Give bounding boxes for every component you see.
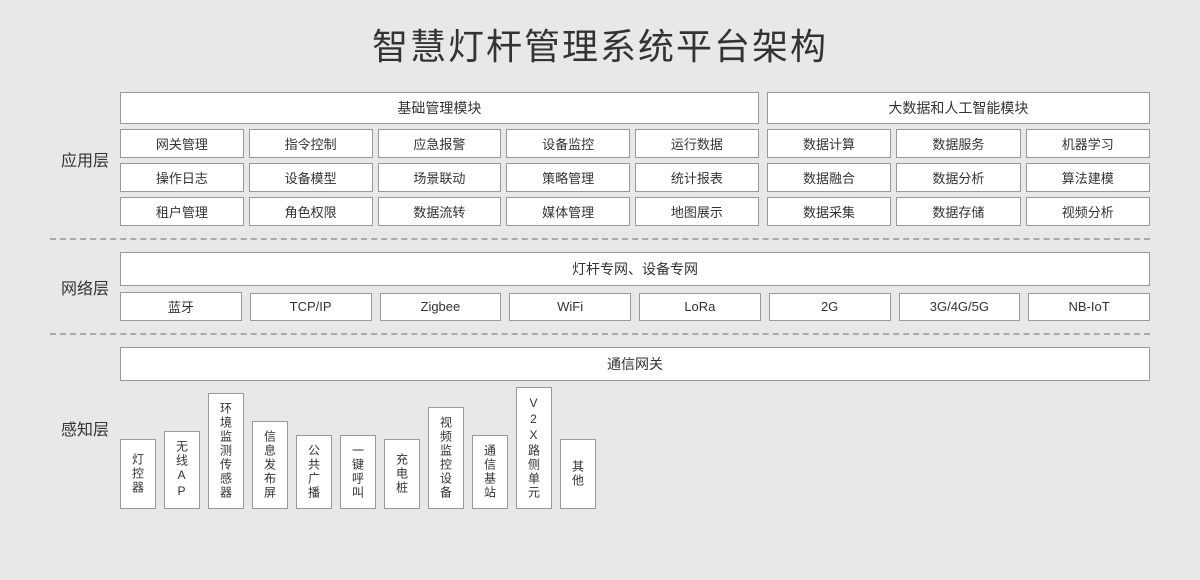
proto-zigbee: Zigbee	[380, 293, 502, 321]
box-policy-mgmt: 策略管理	[506, 163, 630, 192]
net-layer-label: 网络层	[50, 244, 120, 329]
private-net-box: 灯杆专网、设备专网	[120, 252, 1150, 286]
box-run-data: 运行数据	[635, 129, 759, 158]
gateway-box: 通信网关	[120, 347, 1150, 381]
app-layer-label: 应用层	[50, 84, 120, 234]
proto-lora: LoRa	[639, 293, 761, 321]
perception-layer-row: 感知层 通信网关 灯控器 无线AP 环境监测传感器 信息发布屏 公共广播 一键呼…	[50, 339, 1150, 517]
box-data-service: 数据服务	[896, 129, 1020, 158]
proto-2g: 2G	[769, 293, 891, 321]
device-light-ctrl: 灯控器	[120, 439, 156, 509]
box-device-model: 设备模型	[249, 163, 373, 192]
box-scene-linkage: 场景联动	[378, 163, 502, 192]
device-charger: 充电桩	[384, 439, 420, 509]
devices-row: 灯控器 无线AP 环境监测传感器 信息发布屏 公共广播 一键呼叫 充电桩 视频监…	[120, 387, 1150, 509]
box-data-flow: 数据流转	[378, 197, 502, 226]
proto-nbiot: NB-IoT	[1028, 293, 1150, 321]
box-cmd-ctrl: 指令控制	[249, 129, 373, 158]
device-broadcast: 公共广播	[296, 435, 332, 509]
device-comm-station: 通信基站	[472, 435, 508, 509]
box-stat-report: 统计报表	[635, 163, 759, 192]
perception-layer-content: 通信网关 灯控器 无线AP 环境监测传感器 信息发布屏 公共广播 一键呼叫 充电…	[120, 339, 1150, 517]
box-role-auth: 角色权限	[249, 197, 373, 226]
device-video-ctrl: 视频监控设备	[428, 407, 464, 509]
ai-module-header: 大数据和人工智能模块	[767, 92, 1150, 124]
box-device-monitor: 设备监控	[506, 129, 630, 158]
box-media-mgmt: 媒体管理	[506, 197, 630, 226]
proto-tcpip: TCP/IP	[250, 293, 372, 321]
proto-wifi: WiFi	[509, 293, 631, 321]
device-others: 其他	[560, 439, 596, 509]
perception-layer-label: 感知层	[50, 339, 120, 517]
protocol-row: 蓝牙 TCP/IP Zigbee WiFi LoRa 2G 3G/4G/5G N…	[120, 292, 1150, 321]
box-ml: 机器学习	[1026, 129, 1150, 158]
app-layer-row: 应用层 基础管理模块 网关管理 指令控制 应急报警 设备监控 运行数据 操作日志	[50, 84, 1150, 234]
basic-module-header: 基础管理模块	[120, 92, 759, 124]
basic-module-section: 基础管理模块 网关管理 指令控制 应急报警 设备监控 运行数据 操作日志 设备模…	[120, 92, 759, 226]
main-content: 应用层 基础管理模块 网关管理 指令控制 应急报警 设备监控 运行数据 操作日志	[50, 84, 1150, 517]
box-gateway-mgmt: 网关管理	[120, 129, 244, 158]
device-v2x: V2X路侧单元	[516, 387, 552, 509]
box-map-display: 地图展示	[635, 197, 759, 226]
ai-module-section: 大数据和人工智能模块 数据计算 数据服务 机器学习 数据融合 数据分析 算法建模…	[767, 92, 1150, 226]
ai-module-grid: 数据计算 数据服务 机器学习 数据融合 数据分析 算法建模 数据采集 数据存储 …	[767, 129, 1150, 226]
device-env-sensor: 环境监测传感器	[208, 393, 244, 509]
proto-bluetooth: 蓝牙	[120, 292, 242, 321]
app-layer-content: 基础管理模块 网关管理 指令控制 应急报警 设备监控 运行数据 操作日志 设备模…	[120, 84, 1150, 234]
separator-2	[50, 333, 1150, 335]
proto-3g4g5g: 3G/4G/5G	[899, 293, 1021, 321]
box-data-storage: 数据存储	[896, 197, 1020, 226]
box-tenant-mgmt: 租户管理	[120, 197, 244, 226]
device-wireless-ap: 无线AP	[164, 431, 200, 509]
separator-1	[50, 238, 1150, 240]
app-row-inner: 基础管理模块 网关管理 指令控制 应急报警 设备监控 运行数据 操作日志 设备模…	[120, 92, 1150, 226]
net-layer-content: 灯杆专网、设备专网 蓝牙 TCP/IP Zigbee WiFi LoRa 2G …	[120, 244, 1150, 329]
box-algo-model: 算法建模	[1026, 163, 1150, 192]
box-video-analysis: 视频分析	[1026, 197, 1150, 226]
box-data-compute: 数据计算	[767, 129, 891, 158]
box-emergency: 应急报警	[378, 129, 502, 158]
device-info-screen: 信息发布屏	[252, 421, 288, 509]
box-op-log: 操作日志	[120, 163, 244, 192]
basic-module-grid: 网关管理 指令控制 应急报警 设备监控 运行数据 操作日志 设备模型 场景联动 …	[120, 129, 759, 226]
box-data-collect: 数据采集	[767, 197, 891, 226]
box-data-fusion: 数据融合	[767, 163, 891, 192]
box-data-analysis: 数据分析	[896, 163, 1020, 192]
device-sos: 一键呼叫	[340, 435, 376, 509]
net-layer-row: 网络层 灯杆专网、设备专网 蓝牙 TCP/IP Zigbee WiFi LoRa…	[50, 244, 1150, 329]
page-title: 智慧灯杆管理系统平台架构	[372, 18, 828, 70]
